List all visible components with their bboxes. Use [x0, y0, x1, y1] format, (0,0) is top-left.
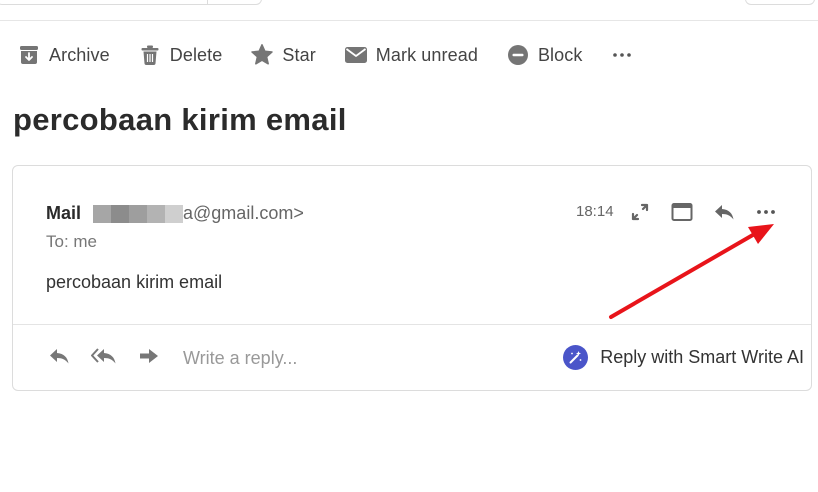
reply-all-icon: [91, 346, 117, 371]
star-button[interactable]: Star: [250, 40, 316, 70]
archive-button[interactable]: Archive: [17, 40, 110, 70]
expand-icon: [630, 202, 650, 227]
search-box[interactable]: [0, 0, 262, 5]
message-card: Mail a@gmail.com> To: me percobaan kirim…: [12, 165, 812, 391]
block-icon: [506, 43, 530, 67]
recipient-line: To: me: [46, 232, 98, 251]
message-actions: [626, 202, 780, 226]
trash-icon: [138, 43, 162, 67]
sender-line[interactable]: Mail a@gmail.com>: [46, 203, 304, 224]
open-window-button[interactable]: [668, 202, 696, 226]
top-right-button[interactable]: [745, 0, 815, 5]
forward-button[interactable]: [136, 345, 162, 371]
more-horizontal-icon: [610, 43, 634, 67]
message-body: percobaan kirim email: [46, 272, 223, 292]
smart-write-button[interactable]: Reply with Smart Write AI: [563, 345, 804, 370]
toolbar-more-button[interactable]: [610, 40, 634, 70]
archive-label: Archive: [49, 44, 110, 65]
search-divider: [207, 0, 208, 5]
card-divider: [13, 324, 811, 325]
redacted-sender-address: [93, 204, 184, 223]
star-icon: [250, 43, 274, 67]
expand-button[interactable]: [626, 202, 654, 226]
reply-input[interactable]: Write a reply...: [183, 348, 297, 369]
delete-button[interactable]: Delete: [138, 40, 223, 70]
mark-unread-button[interactable]: Mark unread: [344, 40, 478, 70]
message-time: 18:14: [576, 203, 614, 220]
envelope-icon: [344, 43, 368, 67]
window-icon: [671, 202, 693, 227]
top-bar: [0, 0, 818, 21]
star-label: Star: [282, 44, 316, 65]
email-subject: percobaan kirim email: [13, 102, 347, 137]
reply-all-button[interactable]: [91, 345, 117, 371]
reply-icon: [713, 202, 735, 227]
magic-wand-icon: [563, 345, 589, 370]
archive-icon: [17, 43, 41, 67]
smart-write-label: Reply with Smart Write AI: [600, 347, 804, 367]
block-label: Block: [537, 44, 583, 65]
sender-email: a@gmail.com>: [183, 203, 304, 223]
forward-icon: [138, 346, 160, 371]
block-button[interactable]: Block: [506, 40, 583, 70]
reply-button[interactable]: [710, 202, 738, 226]
message-more-button[interactable]: [752, 202, 780, 226]
quick-reply-button[interactable]: [46, 345, 72, 371]
reply-icon: [48, 346, 70, 371]
message-toolbar: Archive Delete Star Mark unread Block: [17, 40, 634, 70]
delete-label: Delete: [169, 44, 223, 65]
more-horizontal-icon: [755, 202, 777, 227]
sender-name: Mail: [46, 203, 82, 223]
quick-reply-bar: Write a reply... Reply with Smart Write …: [46, 341, 806, 375]
mark-unread-label: Mark unread: [375, 44, 478, 65]
